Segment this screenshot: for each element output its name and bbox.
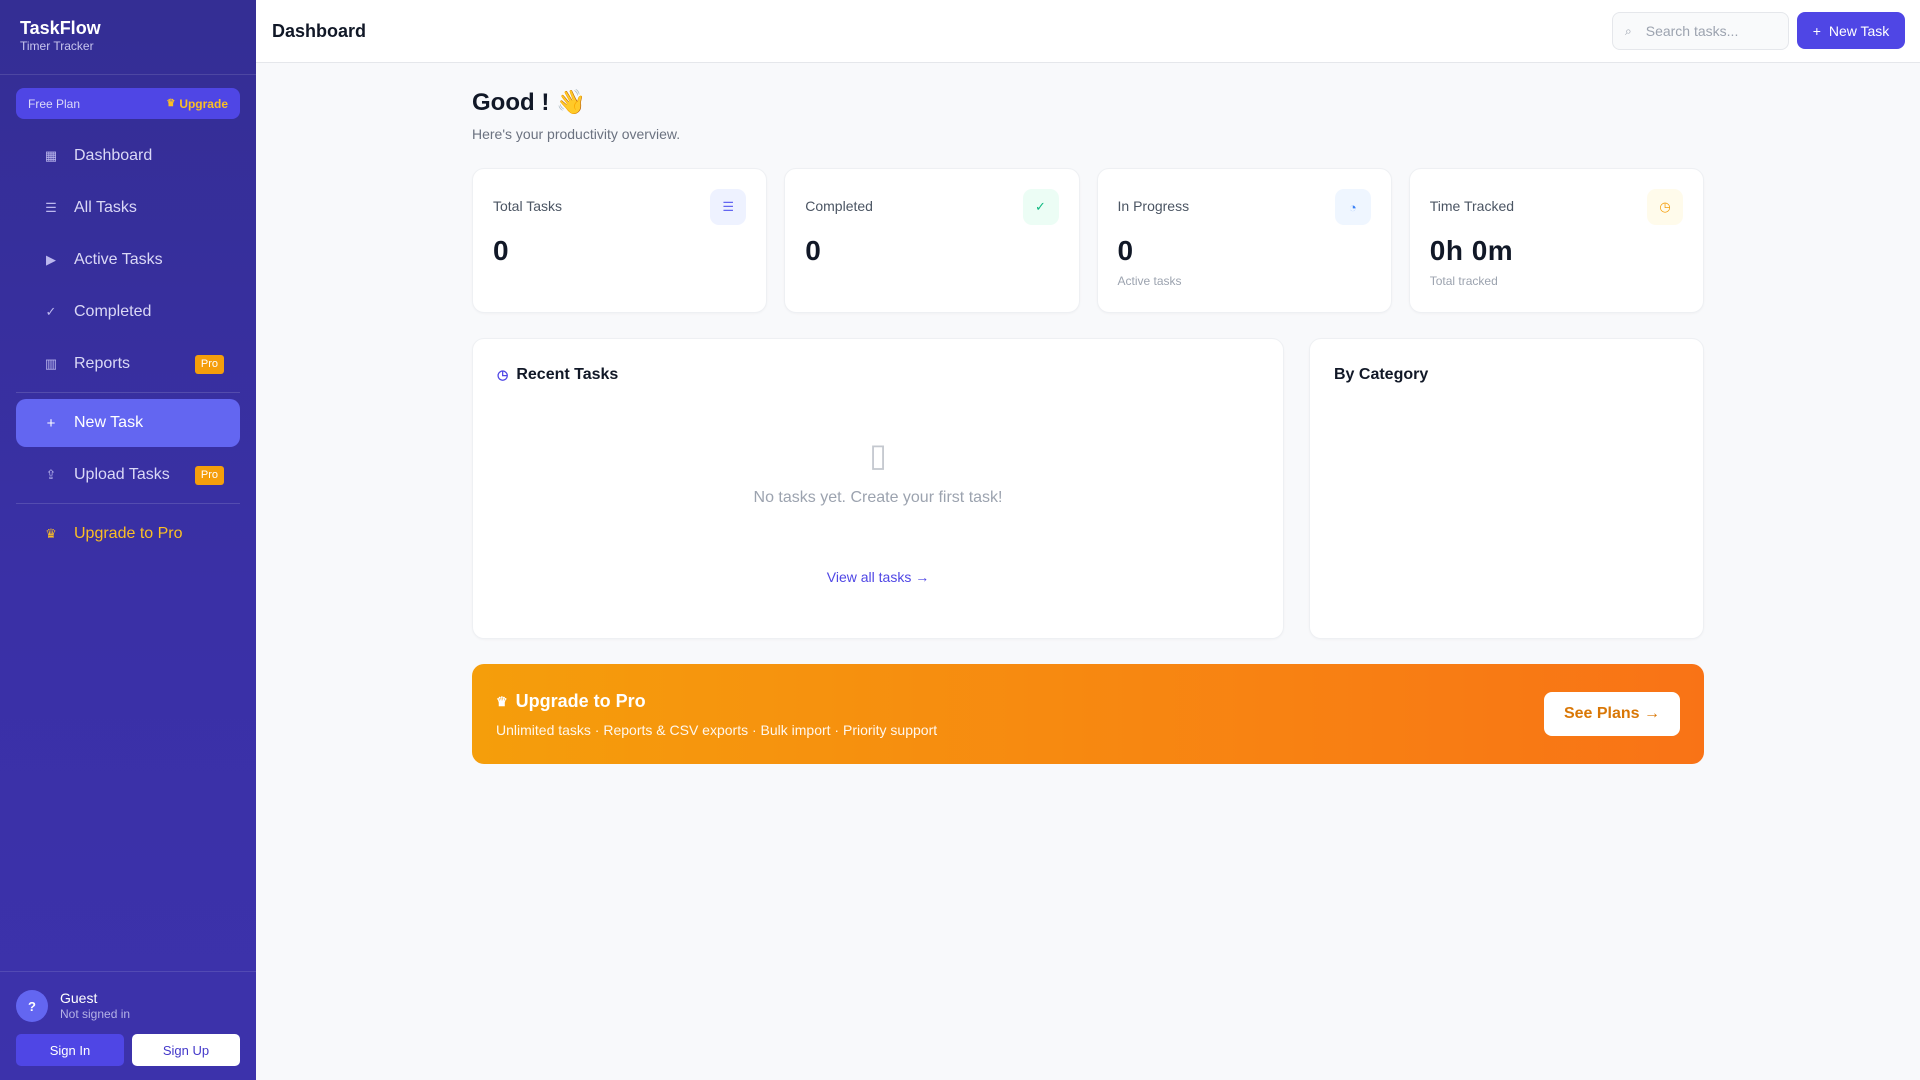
sidebar-item-label: All Tasks: [74, 199, 137, 216]
stat-card-in-progress: In Progress 0 Active tasks ◔: [1096, 168, 1392, 313]
search-input[interactable]: [1645, 23, 1776, 39]
view-all-tasks-link[interactable]: View all tasks →: [473, 569, 1283, 585]
sidebar-item-all-tasks[interactable]: ☰ All Tasks: [16, 184, 240, 232]
plan-name: Free Plan: [28, 96, 81, 111]
recent-tasks-panel: ◷ Recent Tasks ▯ No tasks yet. Create yo…: [472, 338, 1284, 639]
tasks-icon: ☰: [710, 189, 747, 225]
sidebar-item-label: Upgrade to Pro: [74, 525, 183, 542]
plan-upgrade-link[interactable]: ♛ Upgrade: [166, 97, 228, 111]
greeting: Good ! 👋: [472, 89, 586, 116]
stat-value: 0h 0m: [1429, 235, 1514, 266]
stat-value: 0: [1117, 235, 1134, 266]
stat-card-time-tracked: Time Tracked 0h 0m Total tracked ◷: [1408, 168, 1704, 313]
list-icon: ☰: [45, 200, 57, 215]
promo-title-text: Upgrade to Pro: [515, 691, 646, 711]
search-icon: ⌕: [1625, 23, 1632, 38]
sign-in-button[interactable]: Sign In: [16, 1034, 124, 1066]
stat-label: Total Tasks: [493, 198, 562, 214]
sidebar-item-active-tasks[interactable]: ▶ Active Tasks: [16, 236, 240, 284]
recent-tasks-title: Recent Tasks: [516, 366, 619, 383]
see-plans-button[interactable]: See Plans →: [1544, 692, 1680, 736]
spinner-icon: ◔: [1334, 189, 1371, 225]
main-content: Good ! 👋 Here's your productivity overvi…: [472, 63, 1704, 764]
sidebar-item-label: Upload Tasks: [74, 466, 170, 483]
pro-badge: Pro: [194, 466, 224, 485]
sidebar: TaskFlow Timer Tracker Free Plan ♛ Upgra…: [0, 0, 256, 1080]
sidebar-item-reports[interactable]: ▥ Reports Pro: [16, 340, 240, 388]
new-task-label: New Task: [1828, 22, 1890, 39]
plan-upgrade-label: Upgrade: [179, 96, 228, 111]
new-task-button[interactable]: + New Task: [1797, 12, 1905, 49]
sign-up-button[interactable]: Sign Up: [132, 1034, 240, 1066]
user-info: ? Guest Not signed in: [16, 990, 240, 1022]
sidebar-item-completed[interactable]: ✓ Completed: [16, 288, 240, 336]
stat-label: In Progress: [1117, 198, 1190, 214]
stat-label: Time Tracked: [1429, 198, 1515, 214]
sidebar-item-label: Completed: [74, 303, 152, 320]
check-icon: ✓: [45, 304, 57, 319]
category-title: By Category: [1334, 366, 1429, 383]
clock-icon: ◷: [497, 367, 509, 382]
sidebar-item-upgrade[interactable]: ♛ Upgrade to Pro: [16, 510, 240, 558]
category-panel: By Category: [1309, 338, 1704, 639]
sidebar-item-label: New Task: [74, 414, 144, 431]
stat-label: Completed: [805, 198, 873, 214]
stat-value: 0: [805, 235, 822, 266]
user-area: ? Guest Not signed in Sign In Sign Up: [0, 971, 256, 1080]
check-circle-icon: ✓: [1022, 189, 1059, 225]
top-bar: Dashboard ⌕ + New Task: [256, 0, 1920, 63]
promo-title: ♛ Upgrade to Pro: [496, 691, 646, 712]
stat-value: 0: [493, 235, 510, 266]
clock-icon: ◷: [1647, 189, 1683, 225]
sidebar-item-upload-tasks[interactable]: ⇪ Upload Tasks Pro: [16, 451, 240, 499]
nav-divider: [16, 503, 240, 504]
sidebar-item-label: Dashboard: [74, 147, 153, 164]
pro-badge: Pro: [194, 355, 224, 374]
sidebar-nav: ▦ Dashboard ☰ All Tasks ▶ Active Tasks ✓…: [16, 132, 240, 562]
crown-icon: ♛: [496, 693, 508, 709]
nav-divider: [16, 392, 240, 393]
grid-icon: ▦: [44, 148, 58, 163]
page-title: Dashboard: [272, 21, 367, 41]
empty-state-text: No tasks yet. Create your first task!: [753, 489, 1003, 506]
sidebar-item-new-task[interactable]: + New Task: [16, 399, 240, 447]
avatar: ?: [16, 990, 48, 1022]
brand: TaskFlow Timer Tracker: [0, 0, 256, 75]
stat-foot: Active tasks: [1117, 274, 1182, 288]
auth-buttons: Sign In Sign Up: [16, 1034, 240, 1066]
stat-card-total-tasks: Total Tasks 0 ☰: [472, 168, 768, 313]
brand-subtitle: Timer Tracker: [20, 39, 94, 53]
clipboard-icon: ▯: [869, 437, 887, 473]
plus-icon: +: [1812, 22, 1821, 39]
recent-tasks-header: ◷ Recent Tasks: [497, 366, 618, 384]
sidebar-item-label: Active Tasks: [74, 251, 163, 268]
sidebar-item-label: Reports: [74, 355, 131, 372]
stat-card-completed: Completed 0 ✓: [784, 168, 1080, 313]
crown-icon: ♛: [166, 98, 176, 109]
search-box[interactable]: ⌕: [1612, 12, 1789, 50]
user-name: Guest: [60, 990, 98, 1006]
sidebar-item-dashboard[interactable]: ▦ Dashboard: [16, 132, 240, 180]
stats-row: Total Tasks 0 ☰ Completed 0 ✓ In Progres…: [472, 168, 1704, 313]
stat-foot: Total tracked: [1429, 274, 1498, 288]
greeting-subtitle: Here's your productivity overview.: [472, 126, 681, 142]
user-status: Not signed in: [60, 1007, 131, 1021]
chart-icon: ▥: [44, 356, 58, 371]
plus-icon: +: [46, 414, 56, 432]
plan-banner: Free Plan ♛ Upgrade: [16, 88, 240, 119]
upgrade-banner: ♛ Upgrade to Pro Unlimited tasks · Repor…: [472, 664, 1704, 764]
panels-row: ◷ Recent Tasks ▯ No tasks yet. Create yo…: [472, 338, 1704, 639]
upload-icon: ⇪: [45, 467, 57, 482]
brand-title: TaskFlow: [20, 18, 101, 38]
play-icon: ▶: [46, 252, 56, 267]
promo-features: Unlimited tasks · Reports & CSV exports …: [496, 722, 938, 738]
crown-icon: ♛: [45, 526, 57, 541]
